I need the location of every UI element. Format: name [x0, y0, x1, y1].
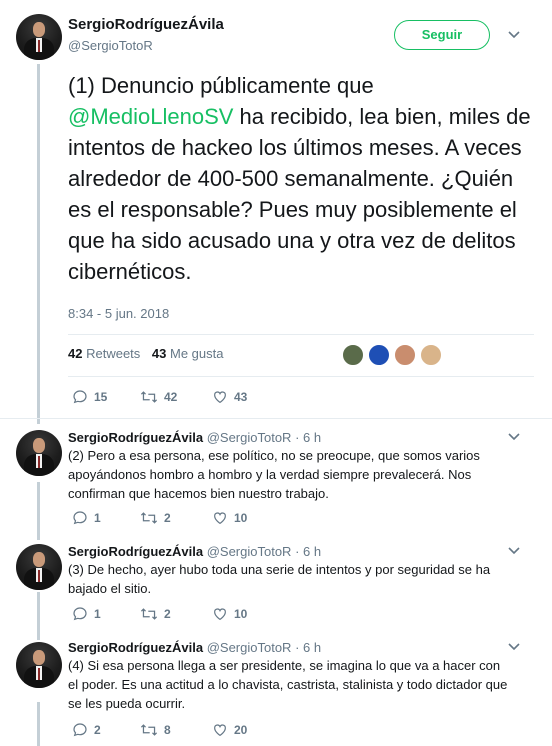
chevron-down-icon[interactable]	[508, 432, 520, 444]
author-name[interactable]: SergioRodríguezÁvila	[68, 430, 203, 445]
retweet-icon	[140, 608, 158, 620]
tweet-timestamp[interactable]: 8:34 - 5 jun. 2018	[68, 306, 169, 321]
reply-button[interactable]: 1	[72, 606, 101, 622]
reply-icon	[73, 390, 87, 404]
heart-icon	[214, 724, 226, 737]
author-avatar[interactable]	[16, 642, 62, 688]
like-button[interactable]: 43	[212, 389, 247, 405]
liker-avatar[interactable]	[368, 344, 390, 366]
heart-icon	[214, 608, 226, 621]
author-handle[interactable]: @SergioTotoR	[207, 544, 292, 559]
retweet-icon	[140, 512, 158, 524]
tweet-time[interactable]: · 6 h	[295, 544, 321, 559]
author-handle[interactable]: @SergioTotoR	[207, 430, 292, 445]
chevron-down-icon[interactable]	[508, 546, 520, 558]
reply-icon	[73, 607, 87, 621]
author-name[interactable]: SergioRodríguezÁvila	[68, 640, 203, 655]
retweet-icon	[140, 391, 158, 403]
author-name[interactable]: SergioRodríguezÁvila	[68, 544, 203, 559]
like-button[interactable]: 20	[212, 722, 247, 738]
reply-button[interactable]: 1	[72, 510, 101, 526]
thread-line	[37, 64, 40, 424]
likes-label[interactable]: Me gusta	[170, 346, 223, 361]
retweets-count[interactable]: 42	[68, 346, 82, 361]
retweet-button[interactable]: 2	[140, 606, 171, 622]
follow-button[interactable]: Seguir	[394, 20, 490, 50]
tweet-time[interactable]: · 6 h	[295, 640, 321, 655]
reply-header: SergioRodríguezÁvila @SergioTotoR · 6 h	[68, 430, 321, 445]
tweet-text-prefix: (1) Denuncio públicamente que	[68, 73, 374, 98]
reply-button[interactable]: 2	[72, 722, 101, 738]
retweet-button[interactable]: 42	[140, 389, 177, 405]
tweet-actions: 1 2 10	[72, 606, 372, 624]
reply-header: SergioRodríguezÁvila @SergioTotoR · 6 h	[68, 640, 321, 655]
tweet-text-body: ha recibido, lea bien, miles de intentos…	[68, 104, 531, 284]
tweet-actions: 2 8 20	[72, 722, 372, 740]
tweet-time[interactable]: · 6 h	[295, 430, 321, 445]
divider	[0, 418, 552, 419]
thread-line	[37, 702, 40, 746]
liker-avatar[interactable]	[420, 344, 442, 366]
author-avatar[interactable]	[16, 544, 62, 590]
author-handle[interactable]: @SergioTotoR	[68, 38, 153, 53]
tweet-actions: 15 42 43	[72, 389, 372, 407]
author-handle[interactable]: @SergioTotoR	[207, 640, 292, 655]
like-button[interactable]: 10	[212, 510, 247, 526]
reply-icon	[73, 511, 87, 525]
heart-icon	[214, 391, 226, 404]
thread-line	[37, 482, 40, 540]
author-avatar[interactable]	[16, 14, 62, 60]
author-name[interactable]: SergioRodríguezÁvila	[68, 16, 224, 33]
tweet-text: (1) Denuncio públicamente que @MedioLlen…	[68, 70, 534, 287]
liker-avatar[interactable]	[394, 344, 416, 366]
heart-icon	[214, 512, 226, 525]
reply-button[interactable]: 15	[72, 389, 107, 405]
retweet-button[interactable]: 8	[140, 722, 171, 738]
engagement-stats: 42 Retweets 43 Me gusta	[68, 346, 224, 361]
like-button[interactable]: 10	[212, 606, 247, 622]
author-avatar[interactable]	[16, 430, 62, 476]
divider	[68, 376, 534, 377]
thread-line	[37, 592, 40, 640]
chevron-down-icon[interactable]	[508, 30, 520, 42]
tweet-text: (4) Si esa persona llega a ser president…	[68, 658, 508, 711]
reply-icon	[73, 723, 87, 737]
retweet-button[interactable]: 2	[140, 510, 171, 526]
tweet-text: (2) Pero a esa persona, ese político, no…	[68, 448, 480, 501]
divider	[68, 334, 534, 335]
liker-avatar[interactable]	[342, 344, 364, 366]
likes-count[interactable]: 43	[152, 346, 166, 361]
tweet-actions: 1 2 10	[72, 510, 372, 528]
tweet-text: (3) De hecho, ayer hubo toda una serie d…	[68, 562, 491, 596]
mention-link[interactable]: @MedioLlenoSV	[68, 104, 233, 129]
retweet-icon	[140, 724, 158, 736]
reply-header: SergioRodríguezÁvila @SergioTotoR · 6 h	[68, 544, 321, 559]
chevron-down-icon[interactable]	[508, 642, 520, 654]
retweets-label[interactable]: Retweets	[86, 346, 140, 361]
